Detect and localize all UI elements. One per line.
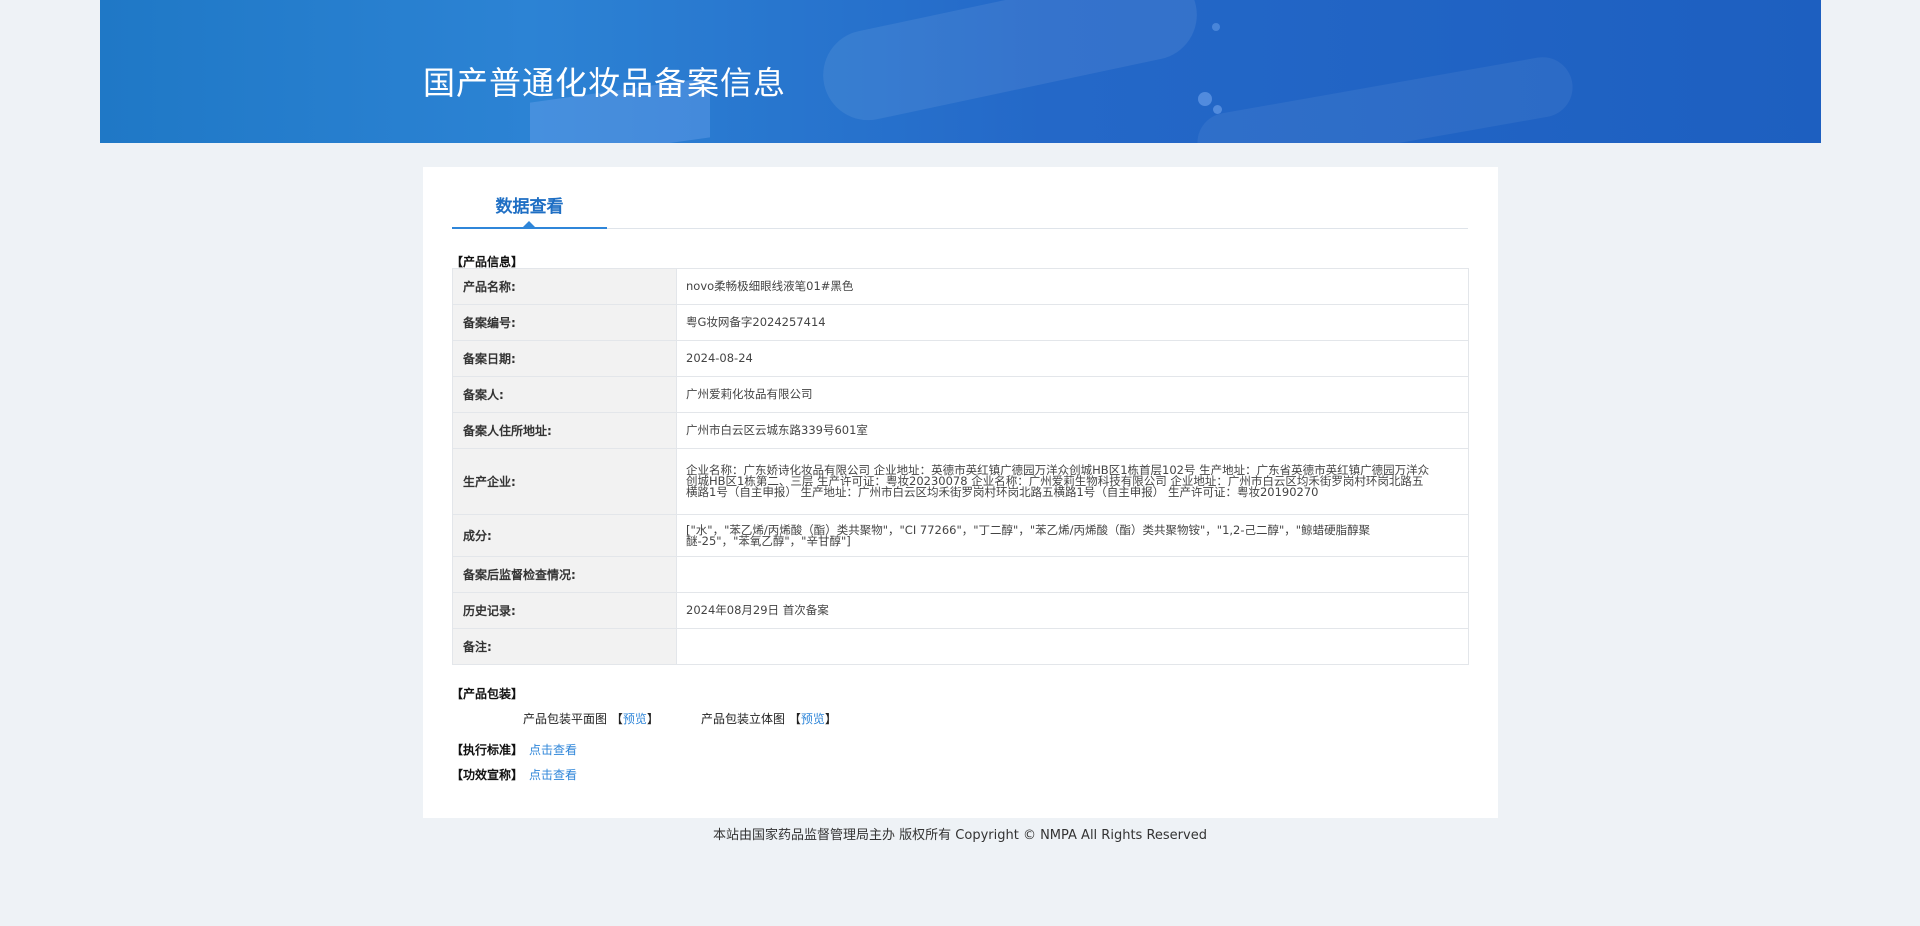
row-value	[676, 628, 1469, 665]
table-row: 产品名称: novo柔畅极细眼线液笔01#黑色	[452, 268, 1469, 305]
bracket-close: 】	[824, 712, 837, 726]
row-key: 成分:	[452, 514, 677, 557]
table-row: 历史记录: 2024年08月29日 首次备案	[452, 592, 1469, 629]
row-value: 2024-08-24	[676, 340, 1469, 377]
banner-decoration	[1213, 105, 1222, 114]
standard-label: 【执行标准】	[451, 743, 524, 757]
row-value-cell: ["水"，"苯乙烯/丙烯酸（酯）类共聚物"，"CI 77266"，"丁二醇"，"…	[676, 514, 1469, 557]
standard-row: 【执行标准】 点击查看	[451, 741, 577, 758]
table-row: 备注:	[452, 628, 1469, 665]
efficacy-view-link[interactable]: 点击查看	[529, 768, 577, 782]
table-row: 备案编号: 粤G妆网备字2024257414	[452, 304, 1469, 341]
table-row: 成分: ["水"，"苯乙烯/丙烯酸（酯）类共聚物"，"CI 77266"，"丁二…	[452, 514, 1469, 557]
row-key: 备注:	[452, 628, 677, 665]
header-banner: 国产普通化妆品备案信息	[100, 0, 1821, 143]
table-row: 备案后监督检查情况:	[452, 556, 1469, 593]
tab-data-view[interactable]: 数据查看	[452, 193, 607, 229]
packaging-heading: 【产品包装】	[451, 687, 524, 701]
packaging-stereo-preview-link[interactable]: 预览	[801, 712, 825, 726]
tab-bar: 数据查看	[452, 193, 1468, 229]
row-key: 历史记录:	[452, 592, 677, 629]
row-key: 备案人住所地址:	[452, 412, 677, 449]
footer-copyright: 本站由国家药品监督管理局主办 版权所有 Copyright © NMPA All…	[713, 828, 1207, 843]
row-key: 备案编号:	[452, 304, 677, 341]
product-info-table: 产品名称: novo柔畅极细眼线液笔01#黑色 备案编号: 粤G妆网备字2024…	[452, 268, 1469, 665]
packaging-flat-item: 产品包装平面图 【预览】	[523, 710, 659, 727]
bracket-open: 【	[788, 712, 801, 726]
row-key: 备案后监督检查情况:	[452, 556, 677, 593]
banner-decoration	[1212, 23, 1220, 31]
efficacy-row: 【功效宣称】 点击查看	[451, 766, 577, 783]
page-title: 国产普通化妆品备案信息	[423, 64, 787, 102]
banner-decoration	[1198, 92, 1212, 106]
row-value: ["水"，"苯乙烯/丙烯酸（酯）类共聚物"，"CI 77266"，"丁二醇"，"…	[686, 522, 1371, 548]
tab-label: 数据查看	[495, 197, 564, 217]
row-value: 广州市白云区云城东路339号601室	[676, 412, 1469, 449]
packaging-stereo-item: 产品包装立体图 【预览】	[701, 710, 837, 727]
row-value: novo柔畅极细眼线液笔01#黑色	[676, 268, 1469, 305]
bracket-open: 【	[610, 712, 623, 726]
table-row: 备案人住所地址: 广州市白云区云城东路339号601室	[452, 412, 1469, 449]
content-panel: 数据查看 【产品信息】 产品名称: novo柔畅极细眼线液笔01#黑色 备案编号…	[423, 167, 1498, 818]
row-value-cell: 企业名称：广东娇诗化妆品有限公司 企业地址：英德市英红镇广德园万洋众创城HB区1…	[676, 448, 1469, 515]
efficacy-label: 【功效宣称】	[451, 768, 524, 782]
row-value: 2024年08月29日 首次备案	[676, 592, 1469, 629]
packaging-stereo-label: 产品包装立体图	[701, 712, 786, 726]
row-value: 广州爱莉化妆品有限公司	[676, 376, 1469, 413]
table-row: 备案人: 广州爱莉化妆品有限公司	[452, 376, 1469, 413]
table-row: 生产企业: 企业名称：广东娇诗化妆品有限公司 企业地址：英德市英红镇广德园万洋众…	[452, 448, 1469, 515]
row-value: 粤G妆网备字2024257414	[676, 304, 1469, 341]
row-value	[676, 556, 1469, 593]
table-row: 备案日期: 2024-08-24	[452, 340, 1469, 377]
row-value: 企业名称：广东娇诗化妆品有限公司 企业地址：英德市英红镇广德园万洋众创城HB区1…	[686, 463, 1430, 499]
standard-view-link[interactable]: 点击查看	[529, 743, 577, 757]
row-key: 生产企业:	[452, 448, 677, 515]
row-key: 备案人:	[452, 376, 677, 413]
tab-active-caret-icon	[523, 221, 535, 227]
banner-decoration	[1192, 52, 1578, 143]
bracket-close: 】	[646, 712, 659, 726]
packaging-flat-label: 产品包装平面图	[523, 712, 608, 726]
packaging-flat-preview-link[interactable]: 预览	[623, 712, 647, 726]
row-key: 产品名称:	[452, 268, 677, 305]
row-key: 备案日期:	[452, 340, 677, 377]
